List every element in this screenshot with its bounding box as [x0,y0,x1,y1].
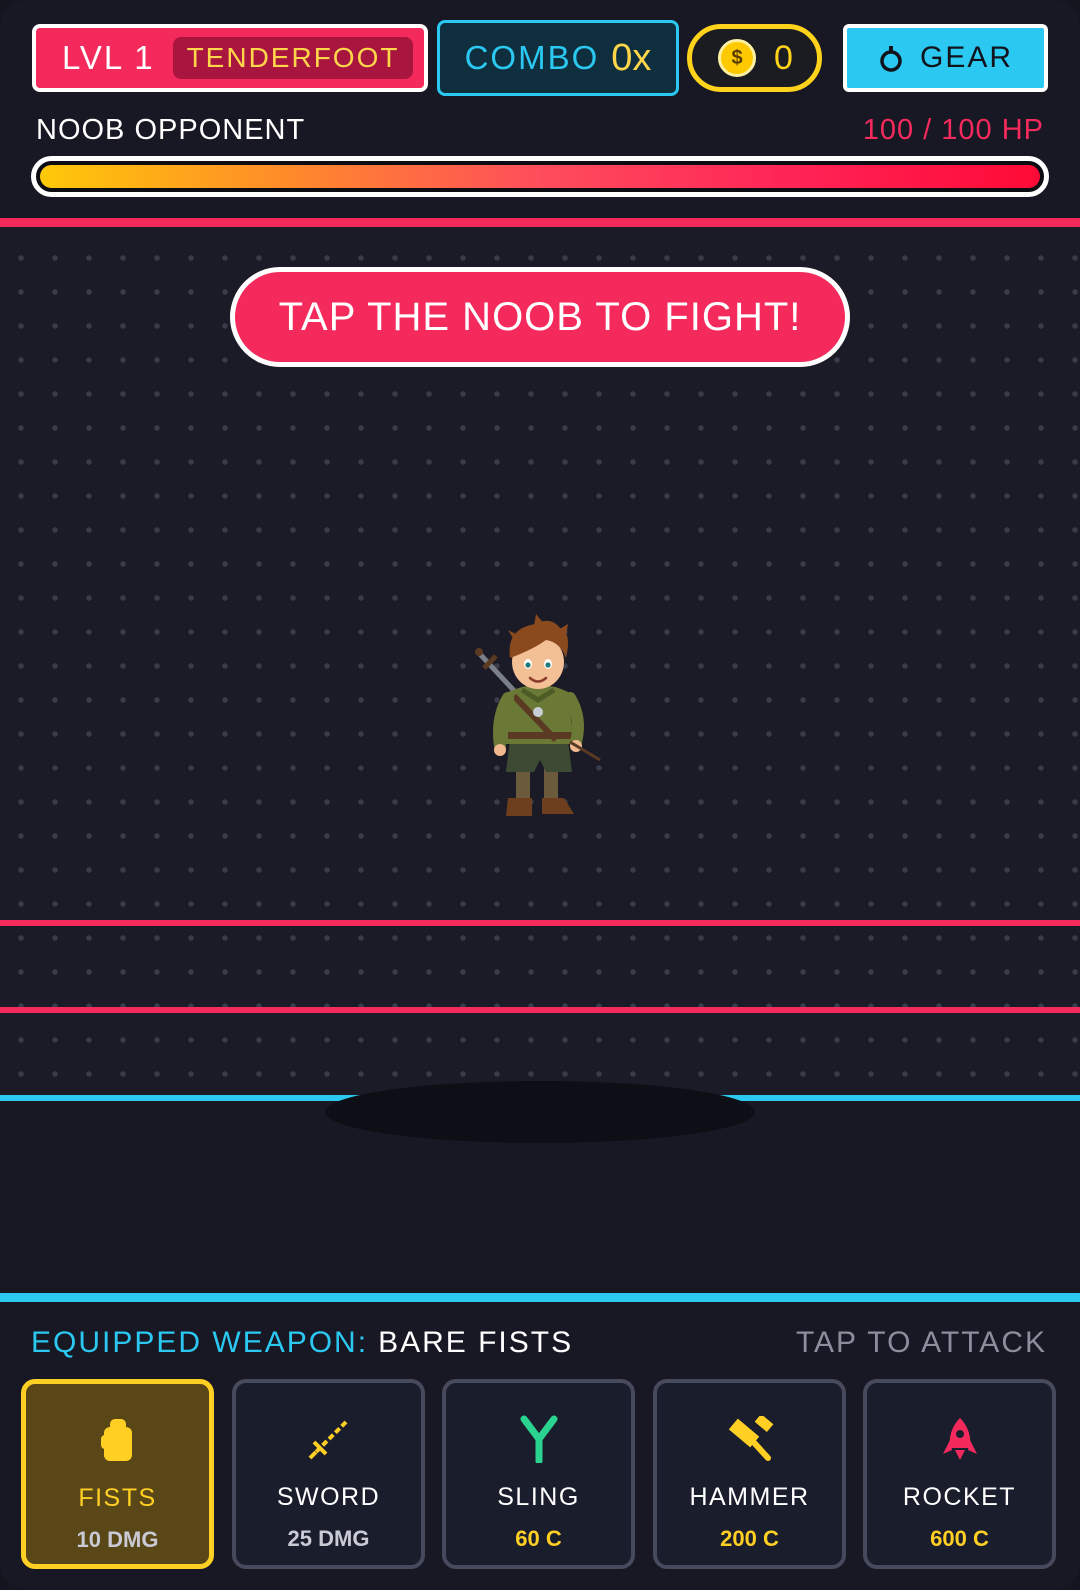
equipped-weapon-label: EQUIPPED WEAPON: [31,1326,369,1359]
ring-rope-top [0,920,1080,926]
gear-button[interactable]: GEAR [843,24,1048,92]
hammer-icon [724,1413,776,1465]
fist-icon [92,1414,144,1466]
sword-icon [303,1413,355,1465]
gear-label: GEAR [919,41,1014,74]
ring-icon [880,46,902,72]
weapon-card-sling[interactable]: SLING 60 C [442,1379,635,1569]
weapon-cost: 60 C [515,1526,562,1551]
equipped-weapon: EQUIPPED WEAPON: BARE FISTS [31,1326,573,1360]
weapon-card-fists[interactable]: FISTS 10 DMG [21,1379,214,1569]
opponent-name: NOOB OPPONENT [36,114,306,146]
noob-shadow [325,1081,755,1143]
weapon-panel: EQUIPPED WEAPON: BARE FISTS TAP TO ATTACK… [0,1302,1080,1590]
level-badge: LVL 1 TENDERFOOT [32,24,428,92]
weapon-name: ROCKET [902,1483,1017,1511]
level-label: LVL 1 [62,39,155,76]
combo-value: 0x [611,36,652,79]
rocket-icon [934,1413,986,1465]
hud-divider [0,218,1080,227]
weapon-name: SLING [497,1483,580,1511]
ring-rope-middle [0,1007,1080,1013]
tap-to-fight-banner: TAP THE NOOB TO FIGHT! [230,267,850,367]
opponent-health-bar [31,156,1049,197]
panel-divider [0,1293,1080,1302]
tap-to-attack-hint: TAP TO ATTACK [795,1326,1047,1359]
rank-badge: TENDERFOOT [172,37,414,79]
equipped-weapon-name: BARE FISTS [378,1326,574,1359]
weapon-name: SWORD [276,1483,381,1511]
weapon-stat: 10 DMG [76,1527,159,1552]
weapon-card-sword[interactable]: SWORD 25 DMG [232,1379,425,1569]
coin-value: 0 [774,38,793,77]
combo-label: COMBO [464,39,600,76]
slingshot-icon [513,1413,565,1465]
opponent-hp-text: 100 / 100 HP [862,114,1044,146]
noob-opponent[interactable] [470,612,610,832]
coin-icon: $ [718,39,756,77]
weapon-name: HAMMER [689,1483,810,1511]
weapon-stat: 25 DMG [287,1526,370,1551]
weapon-cost: 600 C [930,1526,989,1551]
weapon-card-rocket[interactable]: ROCKET 600 C [863,1379,1056,1569]
health-bar-fill [40,165,1040,188]
weapon-card-hammer[interactable]: HAMMER 200 C [653,1379,846,1569]
arena[interactable]: TAP THE NOOB TO FIGHT! [0,227,1080,1293]
game-screen: LVL 1 TENDERFOOT COMBO 0x $ 0 GEAR NOOB … [0,0,1080,1590]
coin-counter: $ 0 [687,24,822,92]
weapon-cost: 200 C [720,1526,779,1551]
weapon-name: FISTS [78,1484,157,1512]
hud: LVL 1 TENDERFOOT COMBO 0x $ 0 GEAR NOOB … [0,0,1080,220]
combo-counter: COMBO 0x [437,20,679,96]
